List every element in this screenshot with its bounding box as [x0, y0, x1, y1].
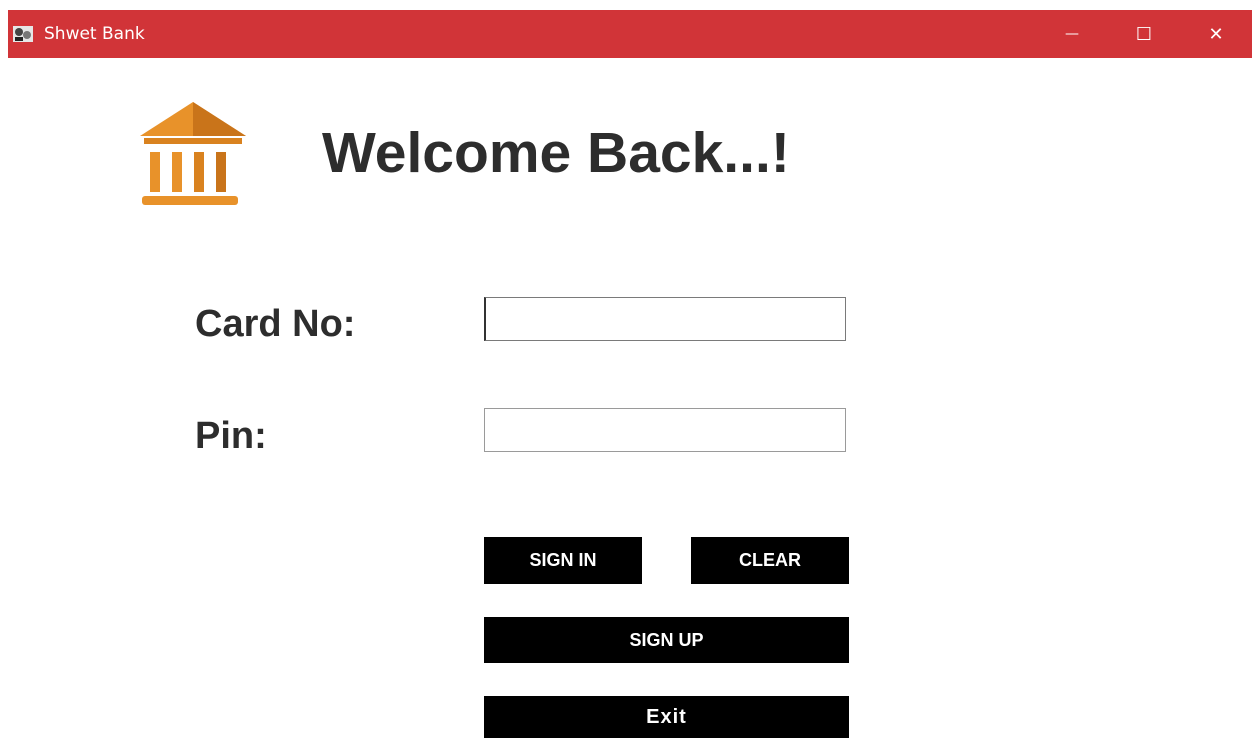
- card-number-field[interactable]: [484, 297, 846, 341]
- page-title: Welcome Back...!: [322, 121, 790, 185]
- maximize-icon: ☐: [1135, 23, 1153, 45]
- exit-button[interactable]: Exit: [484, 696, 849, 738]
- login-window: Welcome Back...! Card No: Pin: SIGN IN C…: [8, 58, 1252, 738]
- exit-button-label: Exit: [646, 705, 687, 728]
- pin-field[interactable]: [484, 408, 846, 452]
- clear-button-label: CLEAR: [739, 550, 801, 570]
- maximize-button[interactable]: ☐: [1108, 10, 1180, 58]
- card-number-label: Card No:: [195, 303, 356, 345]
- sign-in-button[interactable]: SIGN IN: [484, 537, 642, 584]
- clear-button[interactable]: CLEAR: [691, 537, 849, 584]
- minimize-icon: —: [1065, 26, 1079, 42]
- bank-icon: [138, 98, 248, 208]
- screen-top-strip: [0, 0, 1252, 10]
- close-icon: ✕: [1208, 23, 1224, 45]
- minimize-button[interactable]: —: [1036, 10, 1108, 58]
- sign-up-button-label: SIGN UP: [629, 629, 704, 650]
- title-bar[interactable]: Shwet Bank — ☐ ✕: [8, 10, 1252, 58]
- sign-up-button[interactable]: SIGN UP: [484, 617, 849, 663]
- close-button[interactable]: ✕: [1180, 10, 1252, 58]
- sign-in-button-label: SIGN IN: [529, 550, 597, 570]
- window-title: Shwet Bank: [44, 24, 145, 44]
- app-icon: [12, 24, 34, 44]
- window-controls: — ☐ ✕: [1036, 10, 1252, 58]
- pin-label: Pin:: [195, 415, 267, 457]
